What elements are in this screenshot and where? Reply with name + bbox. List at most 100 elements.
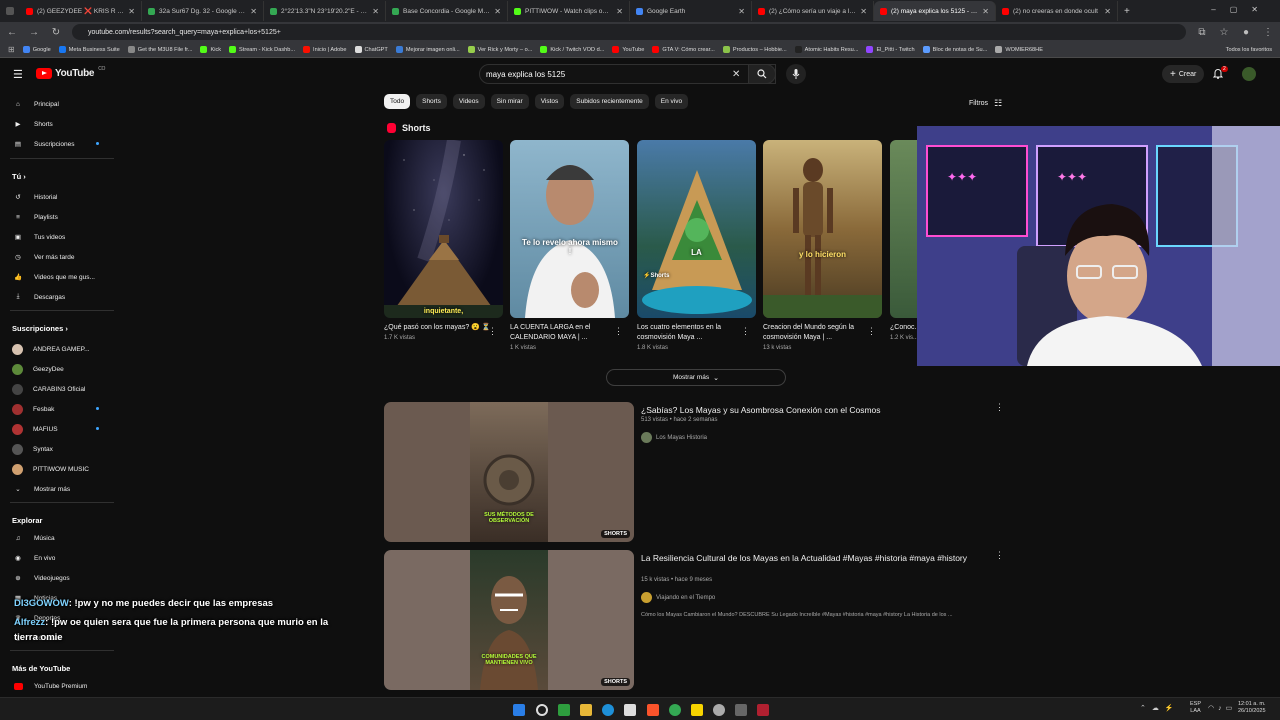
sidebar-item[interactable]: ⤓ Descargas [12,288,66,306]
url-field[interactable]: youtube.com/results?search_query=maya+ex… [72,24,1186,40]
subscription-item[interactable]: Syntax [12,440,53,458]
short-card[interactable]: y lo hicieron Creacion del Mundo según l… [763,140,882,351]
sidebar-item[interactable]: ▶ Shorts [12,115,53,133]
subscription-item[interactable]: PITTIWOW MUSIC [12,460,89,478]
filters-button[interactable]: Filtros ☷ [969,98,1002,109]
file-explorer-icon[interactable] [580,704,592,716]
edge-icon[interactable] [602,704,614,716]
video-title[interactable]: ¿Sabías? Los Mayas y su Asombrosa Conexi… [641,404,981,417]
system-tray-icons[interactable]: ⌃☁⚡ [1140,704,1180,712]
browser-tab[interactable]: (2) ¿Cómo sería un viaje a la fo ✕ [752,1,874,21]
filter-chip[interactable]: En vivo [654,94,689,109]
bookmark-item[interactable]: Productos – Hobbie... [722,46,787,53]
more-options-icon[interactable]: ⋮ [741,326,750,337]
bookmark-item[interactable]: WOMIER68HE [995,46,1043,53]
bookmark-star-icon[interactable]: ☆ [1218,27,1230,38]
bookmark-item[interactable]: Kick / Twitch VOD d... [540,46,604,53]
bookmark-item[interactable]: GTA V: Cómo crear... [652,46,715,53]
tab-menu-icon[interactable] [6,7,14,15]
bookmark-item[interactable]: El_Pitti - Twitch [866,46,915,53]
youtube-premium-link[interactable]: YouTube Premium [12,677,87,695]
sidebar-item[interactable]: 👍 Videos que me gus... [12,268,95,286]
clock[interactable]: 12:01 a. m. 26/10/2025 [1238,701,1266,715]
more-options-icon[interactable]: ⋮ [488,326,497,337]
voice-search-button[interactable] [786,64,806,84]
account-avatar[interactable] [1242,67,1256,81]
bookmark-item[interactable]: Inicio | Adobe [303,46,347,53]
short-title[interactable]: Creacion del Mundo según la cosmovisión … [763,323,871,343]
video-thumbnail[interactable]: SUS MÉTODOS DE OBSERVACIÓN SHORTS [384,402,634,542]
video-result[interactable]: SUS MÉTODOS DE OBSERVACIÓN SHORTS ¿Sabía… [384,402,1024,544]
subscription-item[interactable]: MAFIUS [12,420,58,438]
short-card[interactable]: ¿Conoc... mayas?... 1.2 K vis... [890,140,917,341]
filter-chip[interactable]: Todo [384,94,411,109]
more-options-icon[interactable]: ⋮ [614,326,623,337]
sidebar-item[interactable]: ≡ Playlists [12,208,58,226]
channel-link[interactable]: Los Mayas Historia [641,432,707,443]
window-controls[interactable]: –▢✕ [1211,5,1272,14]
back-icon[interactable]: ← [6,27,18,38]
close-tab-icon[interactable]: ✕ [494,7,501,16]
bookmark-item[interactable]: Kick [200,46,221,53]
close-tab-icon[interactable]: ✕ [250,7,257,16]
search-button[interactable] [748,64,776,84]
browser-tab[interactable]: 32a Sur67 Dg. 32 - Google Ma ✕ [142,1,264,21]
more-options-icon[interactable]: ⋮ [867,326,876,337]
close-tab-icon[interactable]: ✕ [128,7,135,16]
subscription-item[interactable]: CARABIN3 Oficial [12,380,85,398]
show-more-button[interactable]: Mostrar más ⌄ [606,369,786,386]
bookmark-item[interactable]: ChatGPT [354,46,388,53]
bookmark-item[interactable]: YouTube [612,46,644,53]
short-card[interactable]: Te lo revelo ahora mismo ! LA CUENTA LAR… [510,140,629,351]
short-thumbnail[interactable]: LA ⚡Shorts [637,140,756,318]
brave-icon[interactable] [647,704,659,716]
bookmark-item[interactable]: Bloc de notas de Su... [922,46,987,53]
more-options-icon[interactable]: ⋮ [995,402,1004,413]
sidebar-item[interactable]: ◷ Ver más tarde [12,248,74,266]
browser-tab[interactable]: Base Concordia - Google Maps ✕ [386,1,508,21]
short-thumbnail[interactable]: inquietante, [384,140,503,318]
sidebar-item[interactable]: ⊕ Videojuegos [12,569,69,587]
filter-chip[interactable]: Shorts [416,94,447,109]
close-tab-icon[interactable]: ✕ [616,7,623,16]
browser-tab[interactable]: 2°22'13.3"N 23°19'20.2"E - Go ✕ [264,1,386,21]
browser-tab[interactable]: Google Earth ✕ [630,1,752,21]
subscription-item[interactable]: GeezyDee [12,360,64,378]
bookmark-item[interactable]: Google [22,46,51,53]
app-icon[interactable] [735,704,747,716]
sidebar-item[interactable]: ↺ Historial [12,188,57,206]
bookmark-item[interactable]: Stream - Kick Dashb... [229,46,295,53]
sidebar-item[interactable]: ◉ En vivo [12,549,55,567]
hamburger-menu-icon[interactable]: ☰ [13,68,23,81]
bookmark-item[interactable]: Mejorar imagen onli... [395,46,460,53]
xbox-icon[interactable] [558,704,570,716]
extensions-icon[interactable]: ⧉ [1196,27,1208,38]
sidebar-item[interactable]: ♫ Música [12,529,55,547]
close-tab-icon[interactable]: ✕ [372,7,379,16]
video-title[interactable]: La Resiliencia Cultural de los Mayas en … [641,552,981,565]
filter-chip[interactable]: Sin mirar [490,94,529,109]
subscription-item[interactable]: ANDREA GAMEP... [12,340,90,358]
more-options-icon[interactable]: ⋮ [995,550,1004,561]
sidebar-item[interactable]: ⌂ Principal [12,95,59,113]
forward-icon[interactable]: → [28,27,40,38]
chrome-icon[interactable] [669,704,681,716]
short-card[interactable]: inquietante, ¿Qué pasó con los mayas? 😮 … [384,140,503,341]
obs-icon[interactable] [713,704,725,716]
clear-search-icon[interactable]: ✕ [732,69,740,80]
browser-tab[interactable]: (2) maya explica los 5125 - You ✕ [874,1,996,21]
filter-chip[interactable]: Vistos [534,94,565,109]
close-tab-icon[interactable]: ✕ [1104,7,1111,16]
filter-chip[interactable]: Videos [452,94,485,109]
active-app-icon[interactable] [757,704,769,716]
bookmark-item[interactable]: Ver Rick y Morty – o... [467,46,532,53]
network-sound-icons[interactable]: ◠♪▭ [1208,704,1236,712]
channel-link[interactable]: Viajando en el Tiempo [641,592,715,603]
subscription-item[interactable]: Fesbak [12,400,54,418]
bookmark-item[interactable]: Meta Business Suite [58,46,120,53]
language-indicator[interactable]: ESP LAA [1190,701,1201,715]
all-bookmarks[interactable]: Todos los favoritos [1226,47,1272,53]
notes-icon[interactable] [691,704,703,716]
short-title[interactable]: ¿Qué pasó con los mayas? 😮 ⏳ [384,323,492,333]
short-thumbnail[interactable]: Te lo revelo ahora mismo ! [510,140,629,318]
